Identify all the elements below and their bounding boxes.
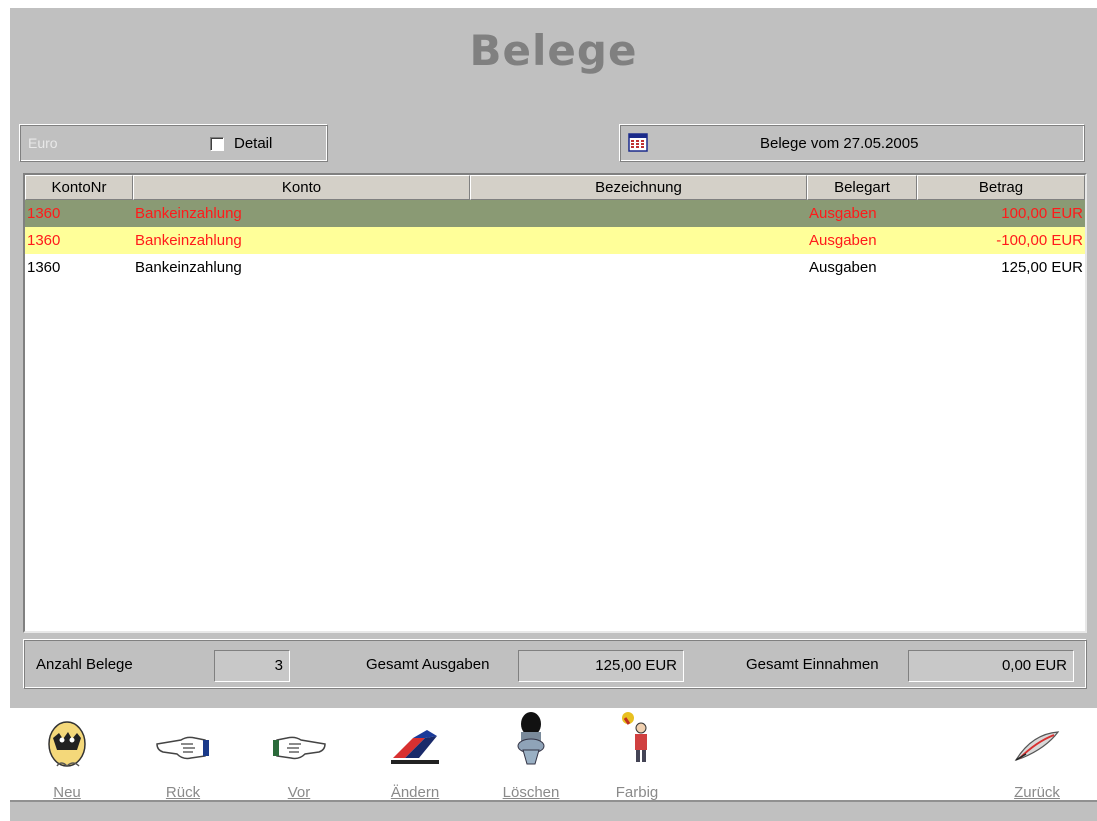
col-header-betrag[interactable]: Betrag: [917, 175, 1085, 200]
cell-belegart: Ausgaben: [809, 259, 877, 276]
cell-konto: Bankeinzahlung: [135, 259, 242, 276]
cell-belegart: Ausgaben: [809, 232, 877, 249]
summary-box: Anzahl Belege 3 Gesamt Ausgaben 125,00 E…: [23, 639, 1087, 689]
paint-figure-icon: [602, 710, 672, 766]
date-box: Belege vom 27.05.2005: [619, 124, 1085, 162]
aendern-button[interactable]: Ändern: [380, 716, 450, 801]
count-label: Anzahl Belege: [36, 656, 133, 673]
cell-konto: Bankeinzahlung: [135, 205, 242, 222]
loeschen-button[interactable]: Löschen: [496, 712, 566, 801]
einnahmen-value: 0,00 EUR: [908, 650, 1074, 682]
cell-kontonr: 1360: [27, 259, 61, 276]
col-header-belegart[interactable]: Belegart: [807, 175, 917, 200]
window: Belege Euro Detail Belege vom 27.05.2005…: [10, 8, 1097, 708]
toolbar: Neu Rück Vor Ändern Löschen Farbig Zurüc…: [10, 708, 1097, 801]
loeschen-label: Löschen: [502, 784, 560, 801]
cell-betrag: 125,00 EUR: [1001, 259, 1083, 276]
einnahmen-label: Gesamt Einnahmen: [746, 656, 879, 673]
status-bar: [10, 800, 1097, 821]
eraser-icon: [380, 724, 450, 768]
rueck-label: Rück: [165, 784, 201, 801]
farbig-button[interactable]: Farbig: [602, 712, 672, 801]
cell-konto: Bankeinzahlung: [135, 232, 242, 249]
currency-label: Euro: [28, 135, 58, 151]
neu-label: Neu: [53, 784, 81, 801]
egg-hatching-icon: [32, 716, 102, 770]
col-header-bezeichnung[interactable]: Bezeichnung: [470, 175, 807, 200]
table-row[interactable]: 1360 Bankeinzahlung Ausgaben 100,00 EUR: [25, 200, 1085, 227]
calendar-icon[interactable]: [628, 132, 648, 152]
farbig-label: Farbig: [615, 784, 659, 801]
ausgaben-label: Gesamt Ausgaben: [366, 656, 490, 673]
cell-bezeichnung: [470, 227, 807, 254]
vor-label: Vor: [287, 784, 311, 801]
aendern-label: Ändern: [390, 784, 440, 801]
pointing-hand-right-icon: [264, 726, 334, 766]
rueck-button[interactable]: Rück: [148, 716, 218, 801]
vor-button[interactable]: Vor: [264, 716, 334, 801]
col-header-konto[interactable]: Konto: [133, 175, 470, 200]
ausgaben-value: 125,00 EUR: [518, 650, 684, 682]
detail-checkbox[interactable]: [210, 137, 224, 151]
feather-quill-icon: [1002, 726, 1072, 766]
table-header: KontoNr Konto Bezeichnung Belegart Betra…: [25, 175, 1085, 200]
toilet-icon: [496, 712, 566, 768]
detail-label[interactable]: Detail: [234, 135, 272, 152]
zurueck-label: Zurück: [1014, 784, 1060, 801]
cell-betrag: -100,00 EUR: [996, 232, 1083, 249]
table-row[interactable]: 1360 Bankeinzahlung Ausgaben -100,00 EUR: [25, 227, 1085, 254]
cell-belegart: Ausgaben: [809, 205, 877, 222]
cell-bezeichnung: [470, 254, 807, 281]
date-label: Belege vom 27.05.2005: [760, 135, 919, 152]
cell-kontonr: 1360: [27, 205, 61, 222]
pointing-hand-left-icon: [148, 726, 218, 766]
page-title: Belege: [469, 26, 638, 75]
cell-kontonr: 1360: [27, 232, 61, 249]
table-row[interactable]: 1360 Bankeinzahlung Ausgaben 125,00 EUR: [25, 254, 1085, 281]
zurueck-button[interactable]: Zurück: [1002, 716, 1072, 801]
cell-bezeichnung: [470, 200, 807, 227]
col-header-kontonr[interactable]: KontoNr: [25, 175, 133, 200]
cell-betrag: 100,00 EUR: [1001, 205, 1083, 222]
belege-table: KontoNr Konto Bezeichnung Belegart Betra…: [23, 173, 1087, 633]
neu-button[interactable]: Neu: [32, 716, 102, 801]
filter-box: Euro Detail: [19, 124, 328, 162]
count-value: 3: [214, 650, 290, 682]
